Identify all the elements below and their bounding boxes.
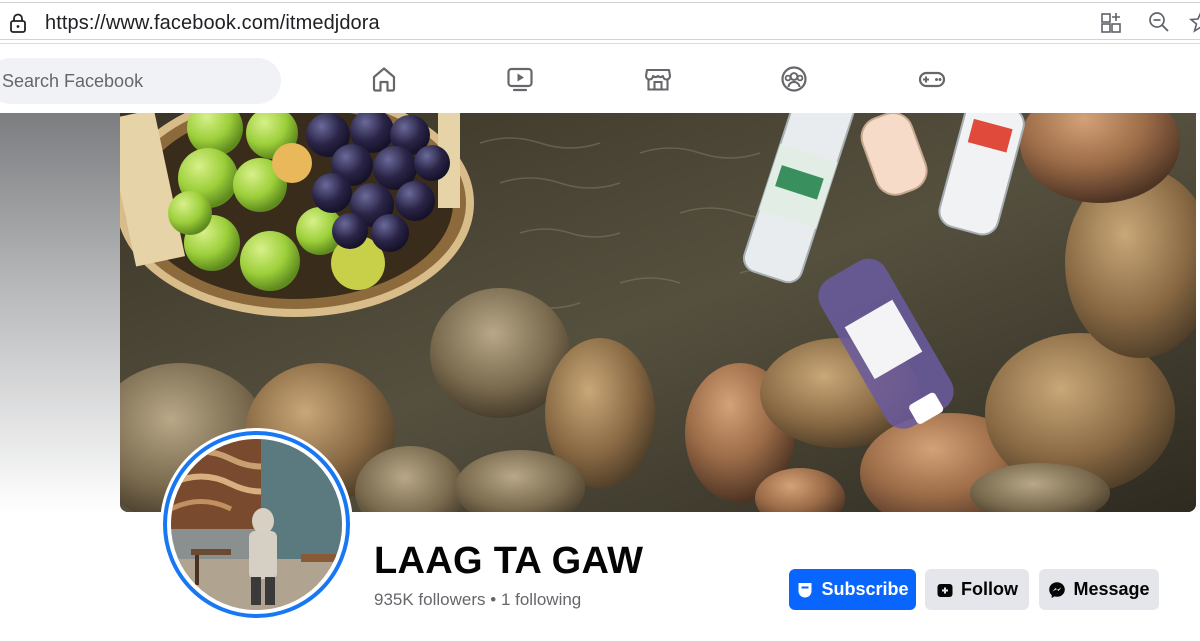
subscribe-label: Subscribe bbox=[821, 579, 909, 599]
url-field[interactable]: https://www.facebook.com/itmedjdora bbox=[0, 2, 1200, 40]
follow-icon bbox=[937, 583, 953, 597]
subscribe-shield-icon bbox=[798, 582, 812, 597]
facebook-top-nav bbox=[0, 45, 1200, 113]
star-icon[interactable] bbox=[1188, 9, 1200, 35]
message-button[interactable]: Message bbox=[1039, 569, 1159, 610]
groups-icon bbox=[781, 66, 807, 92]
tab-marketplace[interactable] bbox=[630, 55, 686, 103]
search-input[interactable] bbox=[0, 58, 281, 104]
page-title: LAAG TA GAW bbox=[374, 540, 644, 582]
tab-groups[interactable] bbox=[766, 55, 822, 103]
browser-address-bar: https://www.facebook.com/itmedjdora bbox=[0, 0, 1200, 44]
lock-icon[interactable] bbox=[9, 13, 27, 33]
follow-label: Follow bbox=[961, 579, 1018, 599]
avatar-story-ring bbox=[163, 431, 350, 618]
tab-gaming[interactable] bbox=[904, 55, 960, 103]
url-text[interactable]: https://www.facebook.com/itmedjdora bbox=[45, 12, 380, 35]
gaming-icon bbox=[918, 71, 946, 88]
subscribe-button[interactable]: Subscribe bbox=[789, 569, 916, 610]
follow-button[interactable]: Follow bbox=[925, 569, 1029, 610]
add-tab-icon[interactable] bbox=[1099, 9, 1125, 35]
marketplace-icon bbox=[644, 68, 672, 91]
message-label: Message bbox=[1073, 579, 1150, 599]
tab-video[interactable] bbox=[492, 55, 548, 103]
video-icon bbox=[507, 67, 533, 92]
search-box[interactable] bbox=[0, 58, 281, 104]
home-icon bbox=[372, 67, 396, 92]
following-link[interactable]: 1 following bbox=[501, 590, 581, 609]
followers-link[interactable]: 935K followers bbox=[374, 590, 486, 609]
profile-photo bbox=[171, 439, 342, 610]
avatar[interactable] bbox=[160, 428, 353, 621]
cover-side-gradient bbox=[0, 113, 120, 513]
zoom-out-icon[interactable] bbox=[1146, 9, 1172, 35]
separator-dot: • bbox=[490, 590, 497, 609]
follower-counts: 935K followers • 1 following bbox=[374, 590, 581, 610]
tab-home[interactable] bbox=[356, 55, 412, 103]
messenger-icon bbox=[1049, 581, 1066, 598]
